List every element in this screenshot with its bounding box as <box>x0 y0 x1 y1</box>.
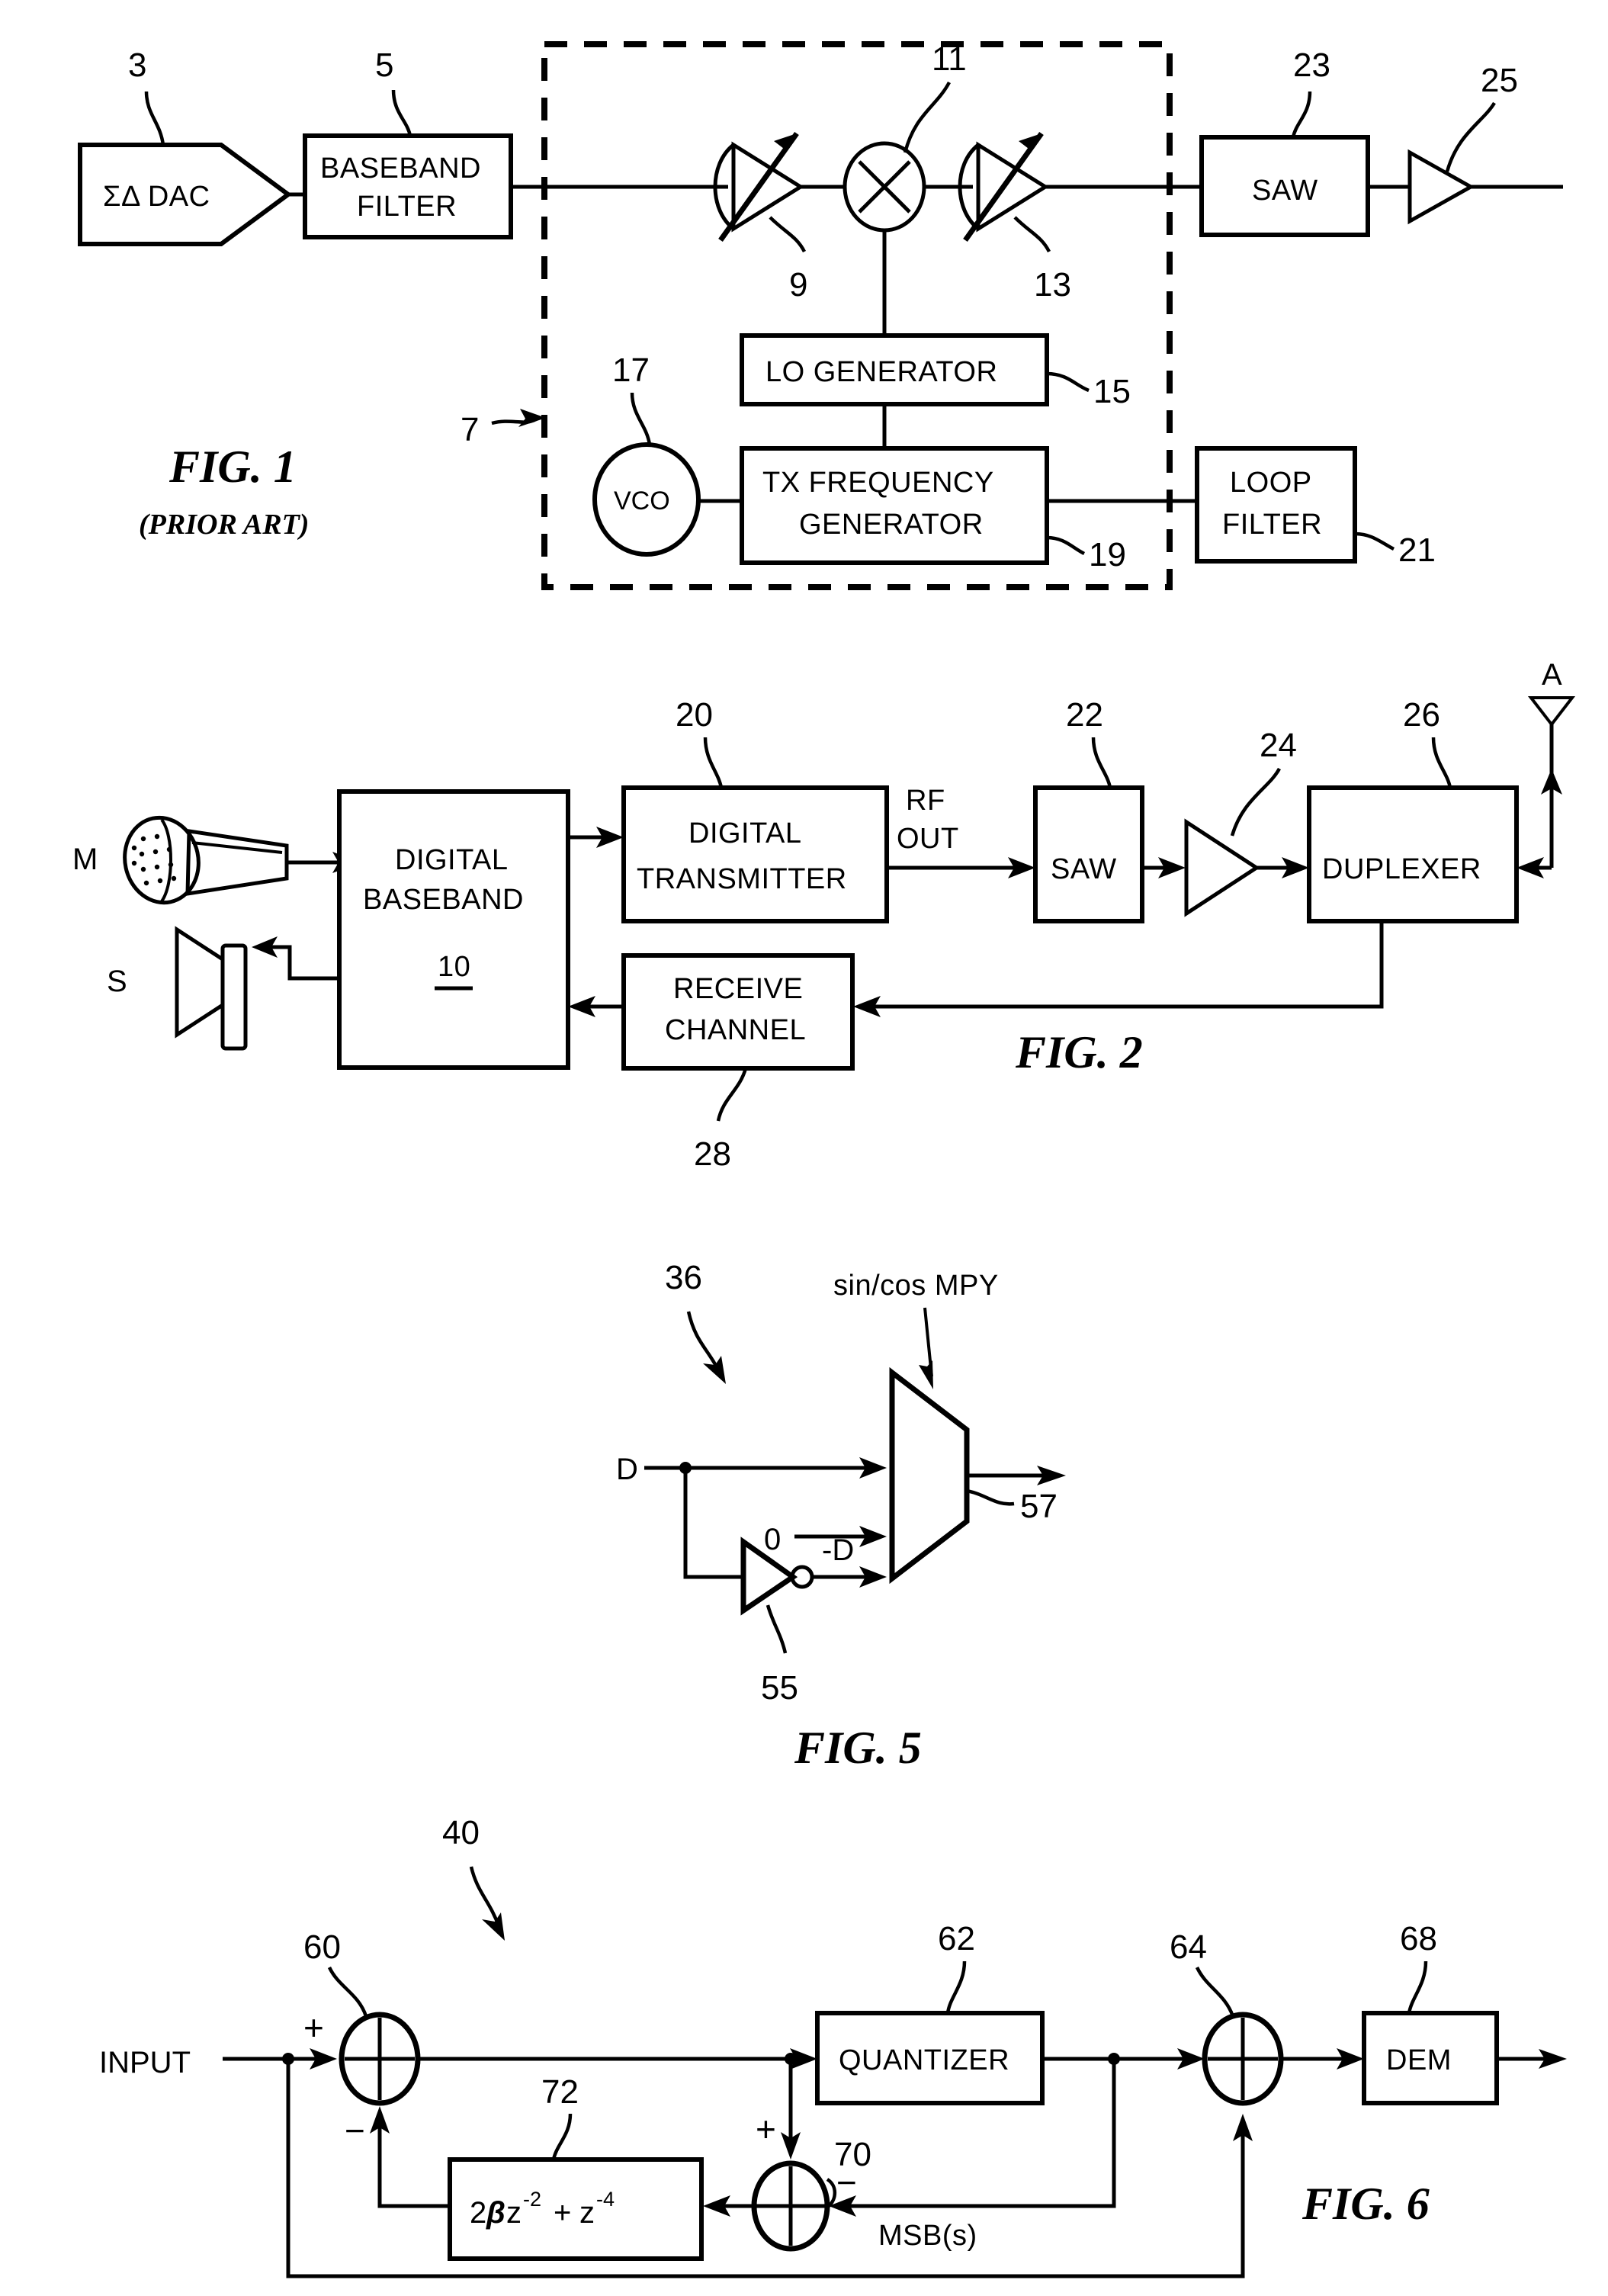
fig6-lead-72 <box>551 2113 573 2160</box>
fig6-filter-z1: z <box>506 2196 522 2230</box>
fig6-lead-60 <box>327 1966 368 2017</box>
fig6-filter-coef: 2 <box>470 2196 486 2230</box>
fig6-minus-sign-adder70: − <box>836 2163 857 2202</box>
patent-drawing-sheet: ΣΔ DAC 3 BASEBAND FILTER 5 9 11 13 SAW 2… <box>0 0 1608 2296</box>
fig6-lead-64 <box>1195 1967 1235 2017</box>
fig6-adder-60-symbol <box>339 2012 421 2106</box>
fig6-filter-z2: z <box>579 2196 595 2230</box>
fig6-quantizer-label: QUANTIZER <box>839 2044 1009 2076</box>
fig6-input-label: INPUT <box>99 2046 191 2079</box>
fig6-dem-label: DEM <box>1386 2044 1452 2076</box>
figure-6: 40 INPUT + 60 QUANTIZER 62 64 DEM 68 70 … <box>99 1814 1567 2278</box>
fig6-ref-60: 60 <box>303 1928 341 1966</box>
fig6-lead-40 <box>469 1866 502 1928</box>
fig6-filter-plus: + <box>554 2196 571 2230</box>
figure-6-label: FIG. 6 <box>1301 2179 1430 2229</box>
fig6-plus-sign-adder1: + <box>303 2008 324 2047</box>
fig6-filter-exp2: -4 <box>596 2188 615 2211</box>
fig6-lead-68 <box>1407 1960 1428 2014</box>
fig6-ref-68: 68 <box>1400 1920 1437 1957</box>
fig6-minus-sign-adder60: − <box>345 2111 365 2150</box>
fig6-adder-64-symbol <box>1202 2012 1284 2106</box>
fig6-lead-62 <box>945 1960 967 2014</box>
fig6-ref-64: 64 <box>1170 1928 1207 1966</box>
fig6-plus-sign-adder70: + <box>756 2109 776 2149</box>
fig6-adder-70-symbol <box>751 2160 830 2252</box>
fig6-msb-label: MSB(s) <box>878 2220 977 2252</box>
fig6-filter-beta: β <box>486 2196 506 2230</box>
fig6-filter-exp1: -2 <box>523 2188 541 2211</box>
fig6-ref-62: 62 <box>938 1920 975 1957</box>
fig6-wire-msb-feedback <box>286 2059 1245 2278</box>
fig6-wire-filter-adder60 <box>377 2120 450 2208</box>
fig6-ref-72: 72 <box>541 2073 579 2111</box>
fig6-ref-40: 40 <box>442 1814 480 1851</box>
